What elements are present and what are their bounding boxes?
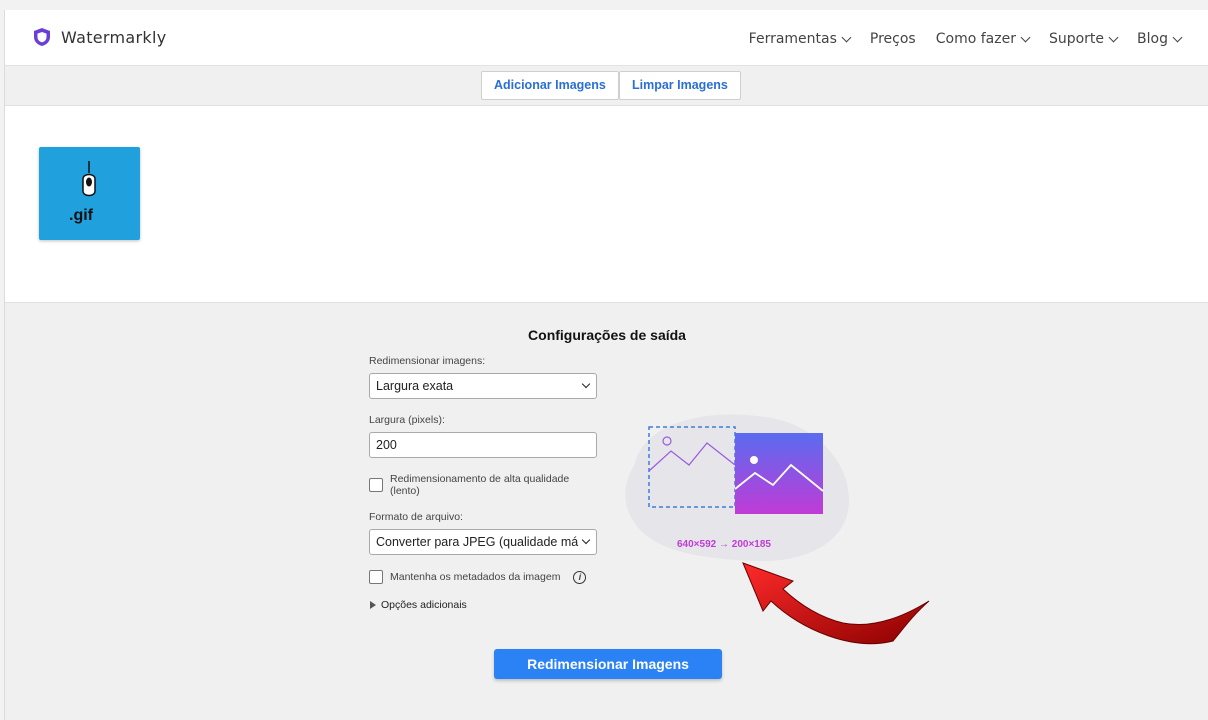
brand-name: Watermarkly: [61, 27, 167, 47]
add-images-button[interactable]: Adicionar Imagens: [481, 71, 619, 100]
chevron-down-icon: [581, 379, 591, 389]
mouse-icon: [82, 161, 96, 197]
chevron-down-icon: [841, 32, 852, 42]
nav-ferramentas[interactable]: Ferramentas: [748, 31, 852, 47]
nav-precos[interactable]: Preços: [870, 31, 916, 47]
thumbnail-file-type: .gif: [69, 207, 93, 224]
nav-suporte[interactable]: Suporte: [1048, 31, 1119, 47]
resize-label: Redimensionar imagens:: [369, 355, 486, 367]
resize-mode-value: Largura exata: [376, 379, 454, 393]
metadata-option[interactable]: Mantenha os metadados da imagem i: [369, 570, 609, 584]
dimensions-text: 640×592 → 200×185: [677, 539, 771, 550]
settings-form: Redimensionar imagens: Largura exata Lar…: [369, 355, 609, 611]
additional-options-toggle[interactable]: Opções adicionais: [369, 599, 609, 611]
main-nav: Ferramentas Preços Como fazer Suporte Bl…: [748, 31, 1183, 47]
image-gallery: .gif: [5, 106, 1208, 303]
hq-resize-checkbox[interactable]: [369, 478, 383, 492]
resized-sun: [750, 456, 758, 464]
nav-label: Suporte: [1048, 31, 1105, 47]
triangle-right-icon: [370, 601, 376, 609]
resized-image: [735, 433, 823, 514]
chevron-down-icon: [1108, 32, 1119, 42]
chevron-down-icon: [581, 535, 591, 545]
image-toolbar: Adicionar Imagens Limpar Imagens: [5, 66, 1208, 106]
chevron-down-icon: [1172, 32, 1183, 42]
nav-label: Blog: [1137, 31, 1168, 47]
chevron-down-icon: [1020, 32, 1031, 42]
top-navbar: Watermarkly Ferramentas Preços Como faze…: [5, 10, 1208, 66]
format-value: Converter para JPEG (qualidade má: [376, 535, 579, 549]
width-label: Largura (pixels):: [369, 414, 445, 426]
nav-label: Como fazer: [935, 31, 1016, 47]
format-label: Formato de arquivo:: [369, 511, 463, 523]
nav-label: Ferramentas: [748, 31, 837, 47]
nav-label: Preços: [869, 31, 916, 47]
brand[interactable]: Watermarkly: [33, 27, 166, 47]
settings-title: Configurações de saída: [528, 327, 686, 343]
resize-mode-select[interactable]: Largura exata: [369, 373, 597, 399]
metadata-checkbox[interactable]: [369, 570, 383, 584]
nav-blog[interactable]: Blog: [1137, 31, 1183, 47]
red-arrow-annotation: [742, 562, 930, 645]
width-input[interactable]: 200: [369, 432, 597, 458]
metadata-label: Mantenha os metadados da imagem: [390, 571, 561, 583]
format-select[interactable]: Converter para JPEG (qualidade má: [369, 529, 597, 555]
page: Watermarkly Ferramentas Preços Como faze…: [4, 10, 1208, 720]
output-settings: Configurações de saída Redimensionar ima…: [5, 303, 1208, 720]
info-icon[interactable]: i: [573, 570, 587, 584]
additional-options-label: Opções adicionais: [381, 599, 467, 611]
clear-images-button[interactable]: Limpar Imagens: [619, 71, 741, 100]
image-thumbnail[interactable]: .gif: [39, 147, 140, 240]
shield-logo-icon: [34, 28, 50, 46]
nav-como-fazer[interactable]: Como fazer: [935, 31, 1031, 47]
hq-resize-option[interactable]: Redimensionamento de alta qualidade (len…: [369, 473, 589, 497]
resize-images-button[interactable]: Redimensionar Imagens: [494, 649, 722, 679]
hq-resize-label: Redimensionamento de alta qualidade (len…: [390, 473, 570, 497]
